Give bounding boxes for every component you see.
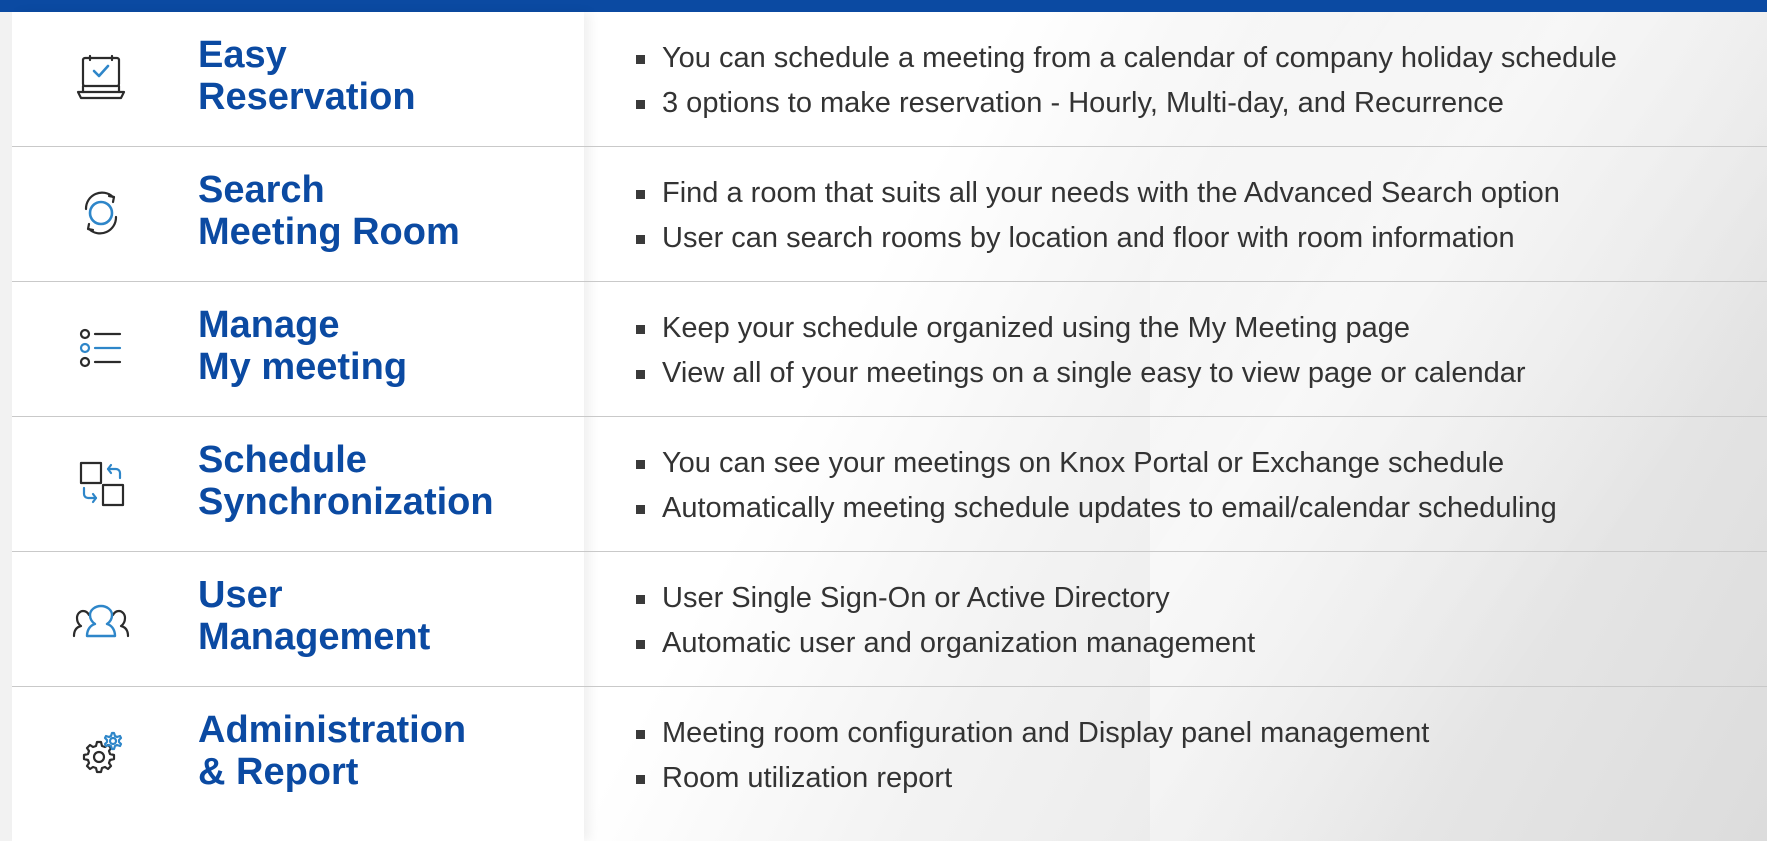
- feature-row-easy-reservation: Easy Reservation You can schedule a meet…: [12, 12, 1767, 147]
- feature-title: Schedule Synchronization: [198, 439, 578, 523]
- feature-title-line-2: Meeting Room: [198, 211, 460, 253]
- feature-bullet: Room utilization report: [628, 756, 1429, 801]
- feature-bullet: You can see your meetings on Knox Portal…: [628, 441, 1557, 486]
- laptop-check-icon: [70, 52, 132, 104]
- feature-row-search-meeting-room: Search Meeting Room Find a room that sui…: [12, 147, 1767, 282]
- feature-bullet: View all of your meetings on a single ea…: [628, 351, 1526, 396]
- sync-circle-icon: [70, 187, 132, 239]
- feature-row-manage-my-meeting: Manage My meeting Keep your schedule org…: [12, 282, 1767, 417]
- feature-title-line-1: Easy: [198, 34, 287, 76]
- feature-title-line-1: Manage: [198, 304, 340, 346]
- feature-title: Easy Reservation: [198, 34, 578, 118]
- feature-list: Easy Reservation You can schedule a meet…: [12, 12, 1767, 822]
- feature-bullets: Find a room that suits all your needs wi…: [628, 171, 1560, 261]
- users-group-icon: [70, 592, 132, 644]
- feature-row-administration-report: Administration & Report Meeting room con…: [12, 687, 1767, 822]
- feature-bullet: Automatic user and organization manageme…: [628, 621, 1255, 666]
- feature-bullets: Meeting room configuration and Display p…: [628, 711, 1429, 801]
- feature-bullet: Meeting room configuration and Display p…: [628, 711, 1429, 756]
- feature-bullets: You can schedule a meeting from a calend…: [628, 36, 1617, 126]
- feature-bullet: User Single Sign-On or Active Directory: [628, 576, 1255, 621]
- feature-row-schedule-synchronization: Schedule Synchronization You can see you…: [12, 417, 1767, 552]
- feature-row-user-management: User Management User Single Sign-On or A…: [12, 552, 1767, 687]
- feature-title-line-1: Search: [198, 169, 325, 211]
- feature-bullets: User Single Sign-On or Active Directory …: [628, 576, 1255, 666]
- feature-bullet: Automatically meeting schedule updates t…: [628, 486, 1557, 531]
- feature-bullet: User can search rooms by location and fl…: [628, 216, 1560, 261]
- feature-title-line-1: Schedule: [198, 439, 367, 481]
- feature-title-line-1: User: [198, 574, 283, 616]
- feature-bullet: Keep your schedule organized using the M…: [628, 306, 1526, 351]
- feature-title-line-2: Management: [198, 616, 431, 658]
- feature-title-line-2: My meeting: [198, 346, 408, 388]
- feature-title: Manage My meeting: [198, 304, 578, 388]
- feature-title-line-2: Reservation: [198, 76, 416, 118]
- feature-title-line-2: & Report: [198, 751, 359, 793]
- swap-squares-icon: [70, 457, 132, 509]
- feature-bullets: You can see your meetings on Knox Portal…: [628, 441, 1557, 531]
- gears-icon: [70, 727, 132, 779]
- top-accent-bar: [0, 0, 1767, 12]
- feature-bullets: Keep your schedule organized using the M…: [628, 306, 1526, 396]
- left-gutter: [0, 12, 12, 841]
- feature-title: User Management: [198, 574, 578, 658]
- feature-title: Administration & Report: [198, 709, 578, 793]
- feature-bullet: 3 options to make reservation - Hourly, …: [628, 81, 1617, 126]
- feature-bullet: You can schedule a meeting from a calend…: [628, 36, 1617, 81]
- feature-title: Search Meeting Room: [198, 169, 578, 253]
- list-icon: [70, 322, 132, 374]
- feature-title-line-2: Synchronization: [198, 481, 494, 523]
- feature-title-line-1: Administration: [198, 709, 467, 751]
- feature-bullet: Find a room that suits all your needs wi…: [628, 171, 1560, 216]
